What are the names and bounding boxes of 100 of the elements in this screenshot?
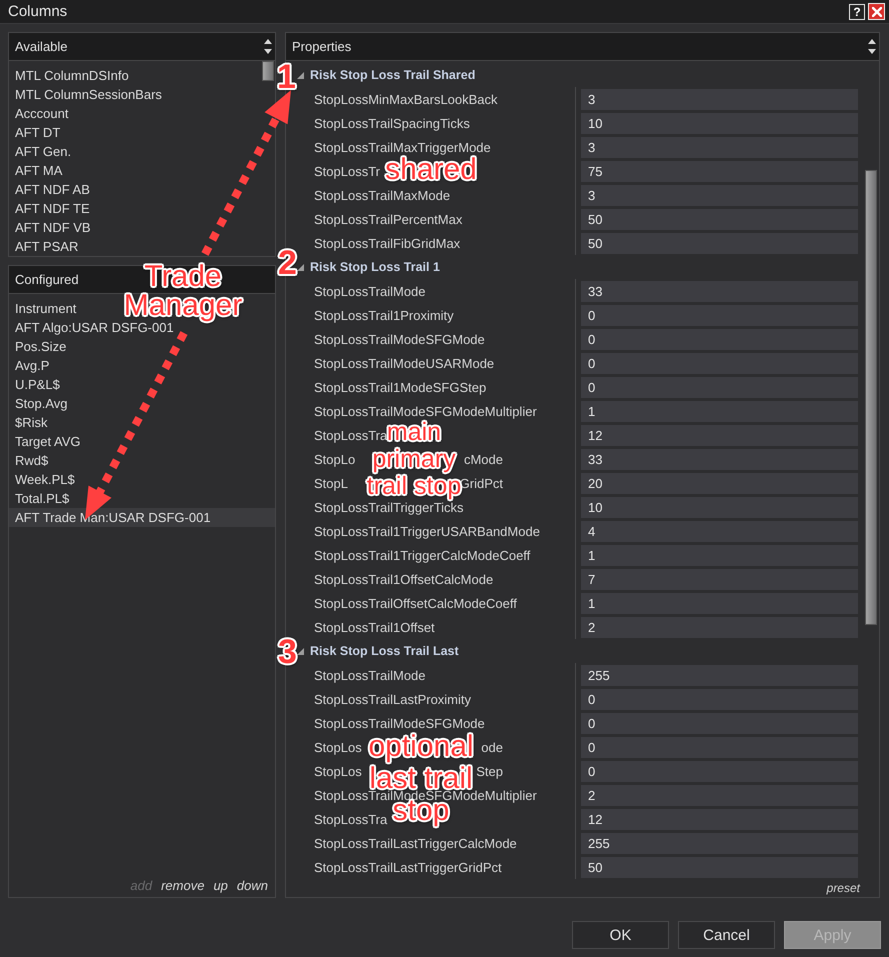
value-field[interactable]: 255 <box>581 832 858 854</box>
list-item[interactable]: Stop.Avg <box>9 394 71 413</box>
property-name: StopLos <box>314 740 362 754</box>
list-item[interactable]: AFT Trade Man:USAR DSFG-001 <box>9 508 275 527</box>
list-item[interactable]: Week.PL$ <box>9 470 78 489</box>
group-header: Risk Stop Loss Trail 1 <box>310 260 440 274</box>
property-name: StopLossTrailFibGridMax <box>314 236 460 250</box>
value-field[interactable]: 20 <box>581 472 858 494</box>
scroll-down-icon[interactable] <box>264 49 272 54</box>
scroll-down-icon[interactable] <box>868 49 876 54</box>
value-field[interactable]: 10 <box>581 496 858 518</box>
value-field[interactable]: 50 <box>581 232 858 254</box>
list-item[interactable]: AFT NDF VB <box>9 218 94 237</box>
property-name: StopLossTrailMode <box>314 668 426 682</box>
caret-icon[interactable] <box>297 72 304 78</box>
panel-title: Available <box>15 39 68 54</box>
list-item[interactable]: MTL ColumnSessionBars <box>9 85 165 104</box>
value-field[interactable]: 1 <box>581 400 858 422</box>
close-button[interactable] <box>868 3 885 20</box>
value-field[interactable]: 4 <box>581 520 858 542</box>
step-number: 2 <box>278 246 297 280</box>
value-field[interactable]: 1 <box>581 592 858 614</box>
value-field[interactable]: 7 <box>581 568 858 590</box>
value-field[interactable]: 12 <box>581 424 858 446</box>
list-item[interactable]: AFT Algo:USAR DSFG-001 <box>9 318 177 337</box>
value-field[interactable]: 3 <box>581 136 858 158</box>
caret-icon[interactable] <box>297 264 304 270</box>
list-item[interactable]: Acccount <box>9 104 72 123</box>
list-item[interactable]: AFT MA <box>9 161 66 180</box>
value-field[interactable]: 50 <box>581 208 858 230</box>
value-field[interactable]: 2 <box>581 784 858 806</box>
scrollbar-thumb[interactable] <box>865 170 877 625</box>
value-field[interactable]: 0 <box>581 736 858 758</box>
property-name: StopLo <box>314 452 356 466</box>
property-name: StopLos <box>314 764 362 778</box>
property-name: StopLossTrailPercentMax <box>314 212 462 226</box>
property-name: StopLossTrail1Offset <box>314 620 435 634</box>
ok-button[interactable]: OK <box>572 921 669 949</box>
value-field[interactable]: 0 <box>581 328 858 350</box>
list-item[interactable]: $Risk <box>9 413 51 432</box>
list-item[interactable]: AFT NDF TE <box>9 199 93 218</box>
caret-icon[interactable] <box>297 648 304 654</box>
value-field[interactable]: 0 <box>581 304 858 326</box>
annotation-label: trail stop <box>366 473 462 500</box>
value-field[interactable]: 0 <box>581 712 858 734</box>
list-item[interactable]: Pos.Size <box>9 337 70 356</box>
action-link[interactable]: down <box>236 878 268 893</box>
property-name: StopL <box>314 476 348 490</box>
action-link[interactable]: remove <box>161 878 204 893</box>
property-name: ode <box>481 740 503 754</box>
list-item[interactable]: Instrument <box>9 299 80 318</box>
property-name: StopLossTrailMaxMode <box>314 188 450 202</box>
annotation-label: Trade <box>144 262 222 291</box>
annotation-label: Manager <box>124 291 242 320</box>
help-button[interactable]: ? <box>849 4 865 20</box>
value-field[interactable]: 2 <box>581 616 858 638</box>
annotation-label: primary <box>372 446 456 473</box>
property-name: StopLossTrailSpacingTicks <box>314 116 470 130</box>
property-name: StopLossTrailTriggerTicks <box>314 500 464 514</box>
window-title: Columns <box>8 3 68 20</box>
value-field[interactable]: 12 <box>581 808 858 830</box>
property-name: StopLossTra <box>314 812 388 826</box>
value-field[interactable]: 75 <box>581 160 858 182</box>
list-item[interactable]: AFT PSAR <box>9 237 82 256</box>
list-item[interactable]: Avg.P <box>9 356 52 375</box>
value-field[interactable]: 0 <box>581 352 858 374</box>
scroll-up-icon[interactable] <box>868 39 876 44</box>
list-item[interactable]: AFT DT <box>9 123 64 142</box>
value-field[interactable]: 0 <box>581 376 858 398</box>
property-name: GridPct <box>460 476 503 490</box>
annotation-label: main <box>386 419 442 446</box>
scrollbar-thumb[interactable] <box>262 61 274 81</box>
value-field[interactable]: 50 <box>581 856 858 878</box>
cancel-button[interactable]: Cancel <box>678 921 775 949</box>
annotation-label: optional <box>368 731 474 763</box>
value-field[interactable]: 3 <box>581 88 858 110</box>
list-item[interactable]: AFT NDF AB <box>9 180 93 199</box>
property-name: StopLossTrailLastTriggerGridPct <box>314 860 502 874</box>
action-link[interactable]: up <box>213 878 228 893</box>
list-item[interactable]: Rwd$ <box>9 451 52 470</box>
list-item[interactable]: MTL ColumnDSInfo <box>9 66 132 85</box>
value-field[interactable]: 1 <box>581 544 858 566</box>
value-field[interactable]: 10 <box>581 112 858 134</box>
property-name: StopLossTrailOffsetCalcModeCoeff <box>314 596 517 610</box>
list-item[interactable]: Total.PL$ <box>9 489 72 508</box>
value-field[interactable]: 33 <box>581 280 858 302</box>
value-field[interactable]: 0 <box>581 688 858 710</box>
value-field[interactable]: 3 <box>581 184 858 206</box>
value-field[interactable]: 33 <box>581 448 858 470</box>
list-item[interactable]: U.P&L$ <box>9 375 63 394</box>
close-icon <box>872 6 882 16</box>
list-item[interactable]: Target AVG <box>9 432 84 451</box>
value-field[interactable]: 0 <box>581 760 858 782</box>
scroll-up-icon[interactable] <box>264 39 272 44</box>
preset-link[interactable]: preset <box>826 881 860 895</box>
group-header: Risk Stop Loss Trail Last <box>310 644 459 658</box>
property-name: Step <box>476 764 503 778</box>
value-field[interactable]: 255 <box>581 664 858 686</box>
list-item[interactable]: AFT Gen. <box>9 142 74 161</box>
property-name: StopLossTrailLastTriggerCalcMode <box>314 836 517 850</box>
